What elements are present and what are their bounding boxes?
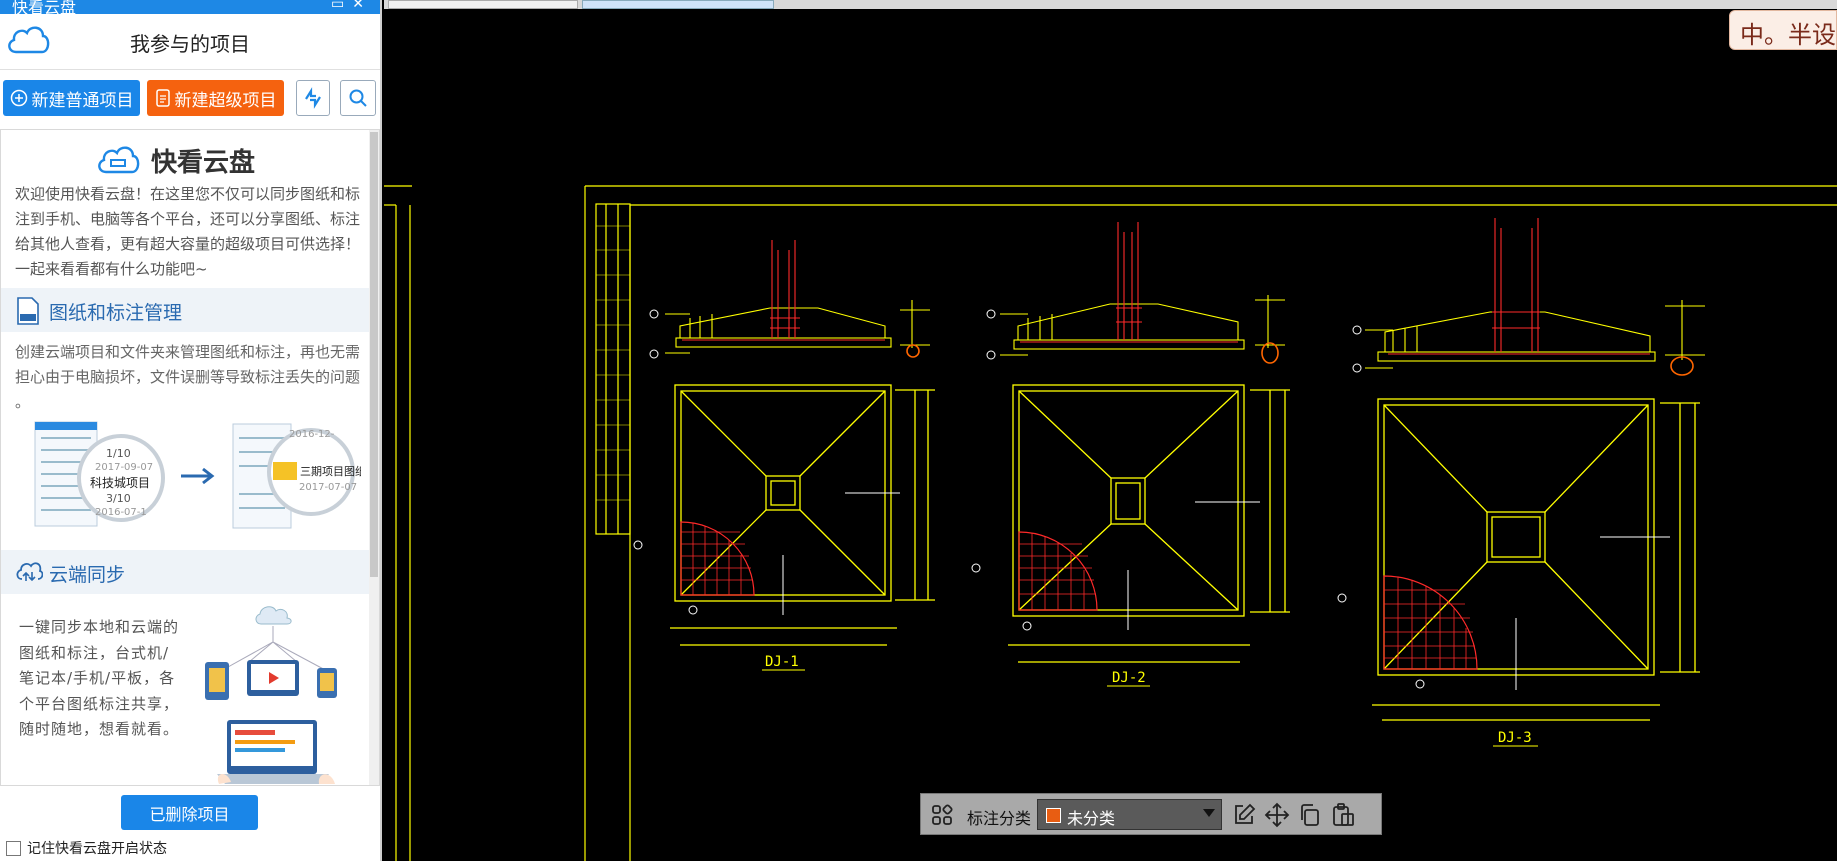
illus-right-item-2: 三期项目图纸 [300, 465, 361, 478]
label-dj3: DJ-3 [1498, 730, 1532, 746]
promo-title: 快看云盘 [1, 138, 369, 178]
chevron-down-icon [1203, 809, 1215, 817]
deleted-projects-button[interactable]: 已删除项目 [121, 795, 258, 830]
paste-icon[interactable] [1330, 802, 1356, 828]
illus-left-item-1: 1/10 [106, 447, 131, 460]
dwg-file-icon [17, 297, 39, 325]
grid-apps-icon[interactable] [929, 802, 955, 828]
remember-state-option[interactable]: 记住快看云盘开启状态 [6, 838, 167, 858]
cad-drawing[interactable]: DJ-1 DJ-2 DJ-3 [384, 0, 1837, 861]
panel-toolbar: 新建普通项目 新建超级项目 [0, 80, 380, 120]
panel-titlebar[interactable]: 快看云盘 ▭✕ [0, 0, 380, 14]
annotation-toolbar: 标注分类 未分类 [920, 793, 1382, 835]
label-dj2: DJ-2 [1112, 670, 1146, 686]
promo-scrollbar[interactable] [369, 130, 379, 785]
illus-left-item-4: 3/10 [106, 492, 131, 505]
section-drawing-management: 图纸和标注管理 [1, 288, 369, 332]
annotation-category-value: 未分类 [1067, 809, 1116, 828]
new-normal-project-button[interactable]: 新建普通项目 [3, 80, 140, 116]
remember-state-label: 记住快看云盘开启状态 [27, 841, 167, 857]
new-super-project-button[interactable]: 新建超级项目 [147, 80, 284, 116]
promo-scrollbar-thumb[interactable] [370, 132, 378, 577]
multi-device-illustration [205, 606, 337, 784]
promo-title-text: 快看云盘 [151, 148, 256, 178]
illus-right-item-3: 2017-07-07 [299, 482, 357, 493]
category-color-swatch [1046, 808, 1061, 823]
section-cloud-sync-text: 一键同步本地和云端的图纸和标注，台式机/笔记本/手机/平板，各个平台图纸标注共享… [19, 618, 180, 738]
window-controls[interactable]: ▭✕ [331, 0, 372, 12]
label-dj1: DJ-1 [765, 654, 799, 670]
super-file-icon [155, 89, 170, 107]
illus-left-item-5: 2016-07-1 [95, 507, 147, 518]
new-super-project-label: 新建超级项目 [174, 90, 277, 111]
annotation-category-select[interactable]: 未分类 [1037, 799, 1222, 830]
remember-state-checkbox[interactable] [6, 840, 21, 856]
search-button[interactable] [340, 80, 376, 116]
drawing-tab-bar [384, 0, 1837, 9]
footing-dj3[interactable]: DJ-3 [1337, 218, 1705, 747]
search-icon [349, 89, 367, 107]
section-drawing-management-text: 创建云端项目和文件夹来管理图纸和标注，再也无需担心由于电脑损坏，文件误删等导致标… [15, 343, 361, 411]
promo-intro: 欢迎使用快看云盘！在这里您不仅可以同步图纸和标注到手机、电脑等各个平台，还可以分… [15, 185, 361, 278]
ime-indicator[interactable]: 中。半设 [1729, 10, 1837, 50]
project-panel: 快看云盘 ▭✕ 我参与的项目 新建普通项目 新建超级项目 快看云盘 欢迎使用快看… [0, 0, 382, 861]
panel-heading: 我参与的项目 [130, 32, 250, 56]
cad-viewport[interactable]: DJ-1 DJ-2 DJ-3 [384, 0, 1837, 861]
plus-circle-icon [10, 89, 27, 107]
project-list-illustration: 1/10 2017-09-07 科技城项目 3/10 2016-07-1 201… [34, 421, 361, 529]
sync-button[interactable] [296, 80, 330, 116]
annotation-category-label: 标注分类 [967, 809, 1032, 828]
edit-icon[interactable] [1231, 802, 1257, 828]
illus-left-item-3: 科技城项目 [90, 476, 150, 490]
cloud-sync-icon [16, 562, 43, 582]
illus-left-item-2: 2017-09-07 [95, 462, 153, 473]
cloud-logo-icon [98, 146, 140, 174]
promo-panel: 快看云盘 欢迎使用快看云盘！在这里您不仅可以同步图纸和标注到手机、电脑等各个平台… [0, 129, 380, 786]
section-cloud-sync: 云端同步 [1, 550, 369, 594]
drawing-tab[interactable] [388, 0, 578, 9]
new-normal-project-label: 新建普通项目 [31, 90, 134, 111]
move-icon[interactable] [1264, 802, 1290, 828]
footing-dj1[interactable]: DJ-1 [633, 240, 935, 671]
copy-icon[interactable] [1297, 802, 1323, 828]
drawing-tab-active[interactable] [582, 0, 774, 9]
section-cloud-sync-title: 云端同步 [49, 564, 126, 586]
panel-window-title: 快看云盘 [12, 0, 77, 14]
footing-dj2[interactable]: DJ-2 [971, 222, 1290, 687]
section-drawing-management-title: 图纸和标注管理 [49, 302, 183, 324]
illus-right-item-1: 2016-12- [289, 429, 335, 440]
sync-icon [305, 87, 321, 109]
panel-header: 我参与的项目 [0, 14, 380, 70]
